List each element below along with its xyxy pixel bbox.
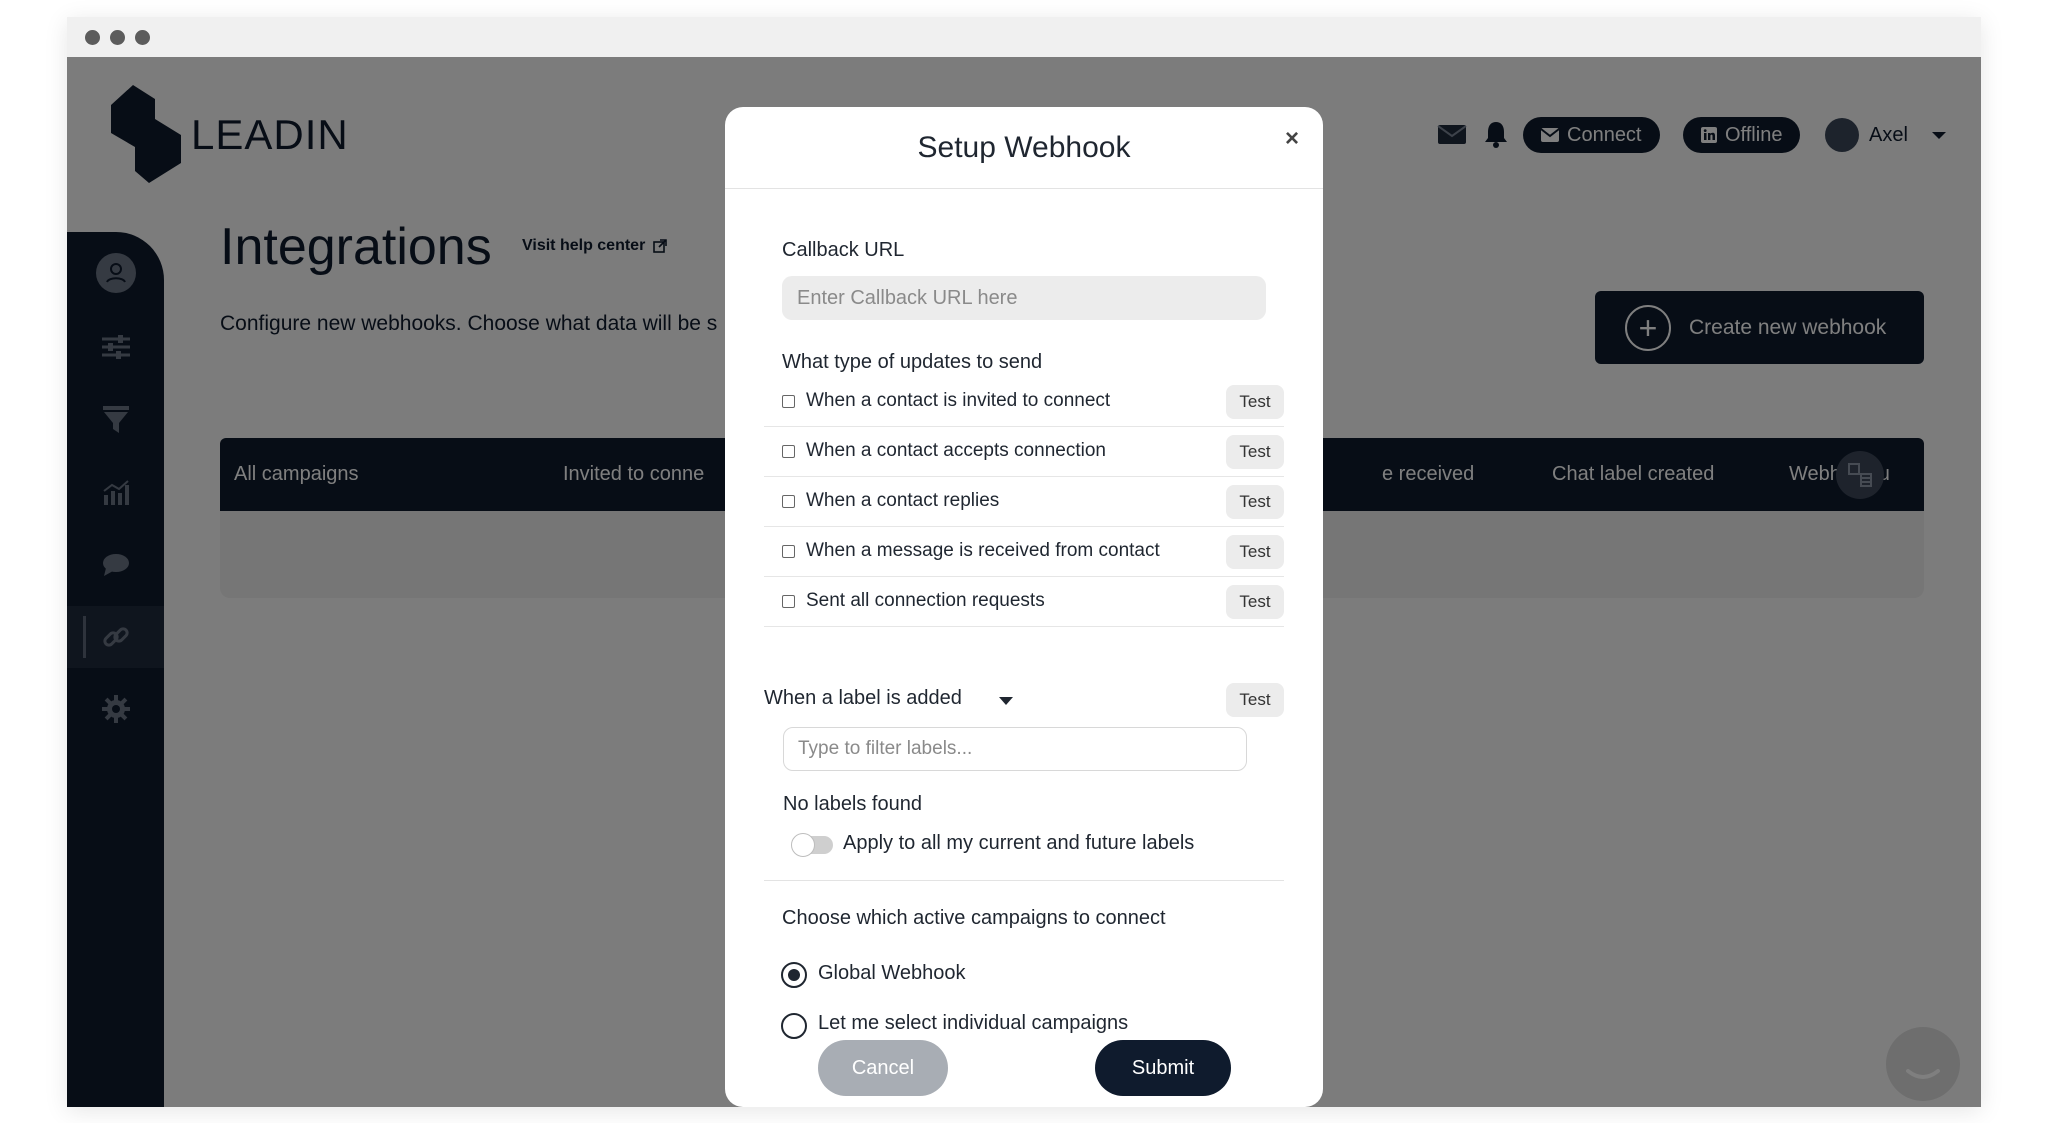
update-types-label: What type of updates to send — [782, 351, 1043, 373]
event-row: When a message is received from contact … — [764, 527, 1284, 577]
title-bar — [67, 17, 1981, 57]
radio-global-webhook[interactable] — [781, 962, 807, 988]
close-modal-button[interactable]: × — [1285, 125, 1299, 153]
divider — [764, 880, 1284, 881]
event-checkbox[interactable] — [782, 595, 795, 608]
browser-window: LEADIN Connect Offline — [67, 17, 1981, 1107]
apply-all-label: Apply to all my current and future label… — [843, 832, 1195, 854]
event-label: Sent all connection requests — [806, 590, 1045, 611]
radio-individual-campaigns[interactable] — [781, 1013, 807, 1039]
close-window-dot[interactable] — [85, 30, 100, 45]
campaigns-label: Choose which active campaigns to connect — [782, 907, 1166, 929]
label-added-dropdown[interactable]: When a label is added — [764, 687, 962, 710]
event-row: When a contact accepts connection Test — [764, 427, 1284, 477]
app-viewport: LEADIN Connect Offline — [67, 57, 1981, 1107]
label-filter-input[interactable] — [783, 727, 1247, 771]
toggle-knob — [791, 833, 815, 857]
maximize-window-dot[interactable] — [135, 30, 150, 45]
setup-webhook-modal: Setup Webhook × Callback URL What type o… — [725, 107, 1323, 1107]
modal-header: Setup Webhook × — [725, 107, 1323, 189]
test-button[interactable]: Test — [1226, 535, 1284, 569]
submit-button[interactable]: Submit — [1095, 1040, 1231, 1096]
test-button[interactable]: Test — [1226, 683, 1284, 717]
no-labels-text: No labels found — [783, 793, 922, 815]
event-label: When a contact accepts connection — [806, 440, 1106, 461]
event-checkbox[interactable] — [782, 545, 795, 558]
event-row: When a contact replies Test — [764, 477, 1284, 527]
event-label: When a contact replies — [806, 490, 1000, 511]
cancel-button[interactable]: Cancel — [818, 1040, 948, 1096]
event-row: Sent all connection requests Test — [764, 577, 1284, 627]
label-added-row: When a label is added Test — [764, 675, 1284, 725]
minimize-window-dot[interactable] — [110, 30, 125, 45]
apply-all-toggle[interactable] — [791, 833, 833, 857]
test-button[interactable]: Test — [1226, 435, 1284, 469]
test-button[interactable]: Test — [1226, 585, 1284, 619]
event-label: When a message is received from contact — [806, 540, 1160, 561]
event-checkbox[interactable] — [782, 445, 795, 458]
event-checkbox[interactable] — [782, 495, 795, 508]
event-label: When a contact is invited to connect — [806, 390, 1111, 411]
event-checkbox[interactable] — [782, 395, 795, 408]
caret-down-icon[interactable] — [999, 697, 1013, 705]
test-button[interactable]: Test — [1226, 485, 1284, 519]
screen: LEADIN Connect Offline — [0, 0, 2048, 1123]
individual-campaigns-label: Let me select individual campaigns — [818, 1012, 1129, 1034]
callback-url-input[interactable] — [782, 276, 1266, 320]
modal-title: Setup Webhook — [917, 131, 1131, 164]
global-webhook-label: Global Webhook — [818, 962, 966, 984]
test-button[interactable]: Test — [1226, 385, 1284, 419]
event-row: When a contact is invited to connect Tes… — [764, 377, 1284, 427]
callback-url-label: Callback URL — [782, 239, 905, 261]
